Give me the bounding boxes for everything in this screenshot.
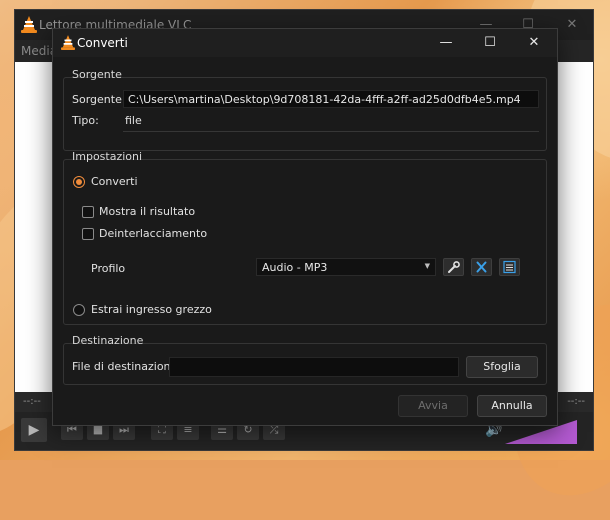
close-icon[interactable]: ✕: [519, 32, 549, 54]
convert-dialog: Converti — ☐ ✕ Sorgente Sorgente: C:\Use…: [52, 28, 558, 426]
source-label: Sorgente:: [72, 93, 126, 106]
dropdown-arrow-icon: ▼: [424, 262, 430, 270]
vlc-close-button[interactable]: ✕: [561, 14, 583, 36]
deinterlace-label: Deinterlacciamento: [99, 227, 208, 240]
new-profile-icon: [503, 260, 516, 274]
maximize-icon[interactable]: ☐: [475, 32, 505, 54]
type-label: Tipo:: [72, 114, 99, 127]
edit-profile-button[interactable]: [443, 258, 464, 276]
convert-radio-label: Converti: [91, 175, 138, 188]
profile-select[interactable]: Audio - MP3 ▼: [256, 258, 436, 276]
raw-input-radio[interactable]: [73, 304, 85, 316]
vlc-cone-icon: [61, 35, 75, 50]
play-button[interactable]: ▶: [21, 418, 47, 442]
profile-select-value: Audio - MP3: [262, 261, 328, 274]
settings-group-label: Impostazioni: [72, 150, 143, 163]
vlc-cone-icon: [21, 16, 37, 33]
delete-x-icon: [476, 261, 487, 273]
source-group-label: Sorgente: [72, 68, 122, 81]
destination-file-input[interactable]: [169, 357, 459, 377]
show-output-checkbox[interactable]: [82, 206, 94, 218]
destination-file-label: File di destinazione:: [72, 360, 182, 373]
start-button[interactable]: Avvia: [398, 395, 468, 417]
browse-button[interactable]: Sfoglia: [466, 356, 538, 378]
deinterlace-checkbox[interactable]: [82, 228, 94, 240]
convert-radio[interactable]: [73, 176, 85, 188]
cancel-button[interactable]: Annulla: [477, 395, 547, 417]
time-total: --:--: [567, 396, 585, 407]
profile-label: Profilo: [91, 262, 126, 275]
raw-input-label: Estrai ingresso grezzo: [91, 303, 212, 316]
type-value: file: [125, 114, 142, 127]
dialog-title: Converti: [77, 36, 128, 50]
source-path-field[interactable]: C:\Users\martina\Desktop\9d708181-42da-4…: [123, 90, 539, 108]
minimize-icon[interactable]: —: [431, 32, 461, 54]
show-output-label: Mostra il risultato: [99, 205, 196, 218]
divider: [123, 131, 539, 132]
time-elapsed: --:--: [23, 396, 41, 407]
dialog-titlebar: Converti — ☐ ✕: [53, 29, 557, 57]
destination-group-label: Destinazione: [72, 334, 144, 347]
wrench-icon: [448, 261, 460, 273]
delete-profile-button[interactable]: [471, 258, 492, 276]
new-profile-button[interactable]: [499, 258, 520, 276]
